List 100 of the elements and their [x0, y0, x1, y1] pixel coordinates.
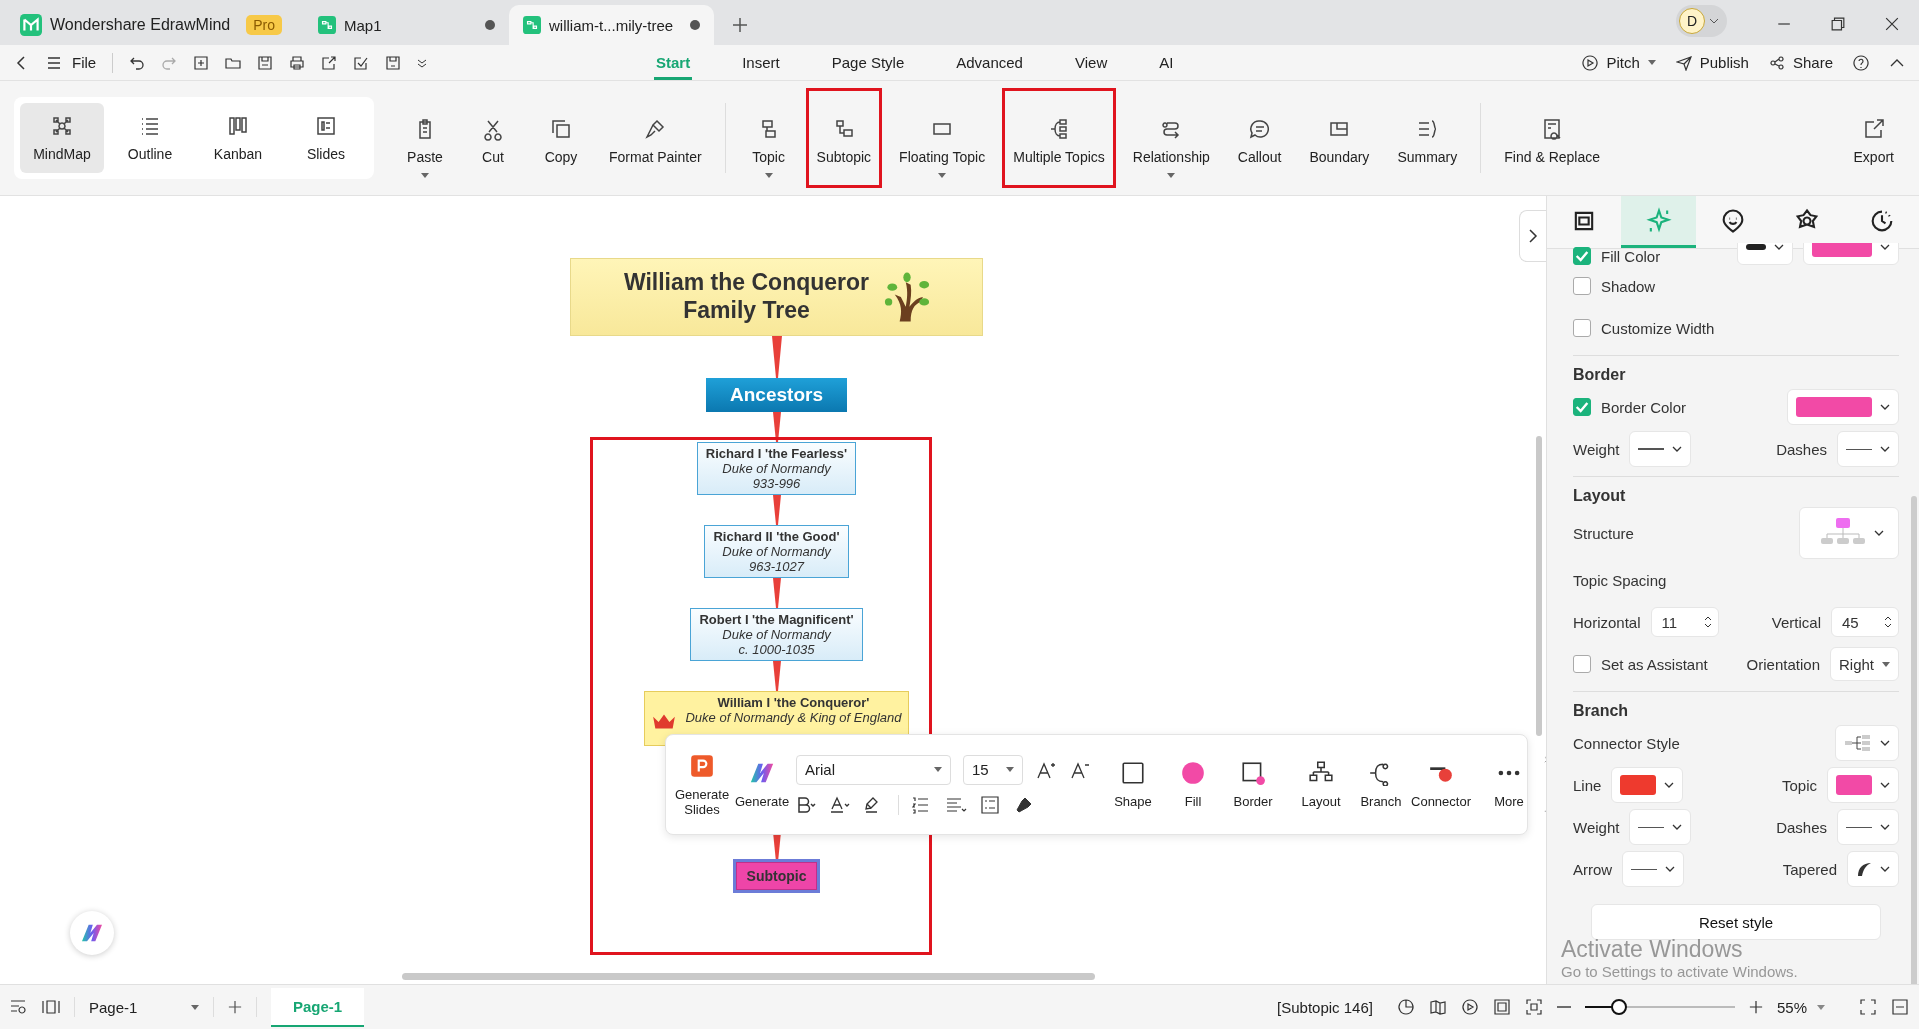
toolbar-button[interactable]: Format Painter: [598, 88, 713, 188]
font-dropdown[interactable]: Arial: [796, 754, 951, 785]
line-color-dropdown[interactable]: [1611, 767, 1684, 803]
checkmark-file-icon[interactable]: [353, 54, 370, 71]
bold-icon[interactable]: [796, 795, 818, 814]
generate-button[interactable]: Generate: [736, 760, 788, 809]
number-field[interactable]: 45: [1831, 607, 1899, 637]
save-as-icon[interactable]: [385, 54, 402, 71]
scrollbar[interactable]: [1911, 496, 1917, 984]
document-tab[interactable]: william-t...mily-tree: [509, 5, 714, 45]
menu-tab[interactable]: Page Style: [829, 45, 907, 80]
align-icon[interactable]: [945, 795, 967, 814]
reset-style-button[interactable]: Reset style: [1591, 904, 1881, 940]
toolbar-button[interactable]: Subtopic: [805, 88, 883, 188]
toolbar-button[interactable]: Floating Topic: [888, 88, 997, 188]
border-color-dropdown[interactable]: [1787, 389, 1899, 425]
menu-tab[interactable]: View: [1072, 45, 1110, 80]
tapered-dropdown[interactable]: [1847, 851, 1899, 887]
view-button[interactable]: Slides: [284, 103, 368, 173]
increase-font-icon[interactable]: [1035, 760, 1057, 779]
toolbar-button[interactable]: Multiple Topics: [1002, 88, 1116, 188]
ai-assistant-button[interactable]: [70, 911, 114, 955]
checkbox[interactable]: [1573, 319, 1591, 337]
print-icon[interactable]: [289, 54, 306, 71]
orientation-dropdown[interactable]: Right: [1829, 647, 1899, 681]
fit-page-icon[interactable]: [1492, 999, 1511, 1015]
stepper-arrows-icon[interactable]: [1703, 615, 1712, 629]
format-tool-button[interactable]: Border: [1227, 760, 1279, 809]
fit-screen-icon[interactable]: [1524, 999, 1543, 1015]
structure-dropdown[interactable]: [1799, 507, 1899, 559]
view-button[interactable]: Outline: [108, 103, 192, 173]
toolbar-button[interactable]: Summary: [1386, 88, 1469, 188]
close-icon[interactable]: [1885, 17, 1899, 31]
file-menu[interactable]: File: [72, 54, 97, 71]
view-button[interactable]: MindMap: [20, 103, 104, 173]
checkbox[interactable]: [1573, 277, 1591, 295]
pie-icon[interactable]: [1396, 999, 1415, 1015]
restore-icon[interactable]: [1831, 17, 1845, 31]
toolbar-button[interactable]: Cut: [462, 88, 524, 188]
panels-icon[interactable]: [42, 999, 60, 1015]
topic-node[interactable]: Robert I 'the Magnificent' Duke of Normandy c. 1000-1035: [690, 608, 863, 661]
scrollbar[interactable]: [1536, 436, 1542, 736]
topic-node[interactable]: Richard II 'the Good' Duke of Normandy 963-1027: [704, 525, 849, 578]
menu-icon[interactable]: [46, 54, 62, 71]
new-tab-icon[interactable]: [732, 17, 748, 33]
page-dropdown[interactable]: Page-1: [89, 998, 199, 1016]
split-view-icon[interactable]: [1891, 999, 1909, 1015]
panel-toggle-button[interactable]: [1519, 210, 1546, 262]
more-button[interactable]: More: [1483, 760, 1535, 809]
fullscreen-icon[interactable]: [1859, 999, 1877, 1015]
chevron-down-icon[interactable]: [417, 57, 428, 68]
checkbox[interactable]: [1573, 655, 1591, 673]
stepper-arrows-icon[interactable]: [1884, 615, 1892, 629]
format-tool-button[interactable]: Fill: [1167, 760, 1219, 809]
connector-style-dropdown[interactable]: [1835, 725, 1899, 761]
export-icon[interactable]: [321, 54, 338, 71]
new-file-icon[interactable]: [193, 54, 210, 71]
toolbar-button[interactable]: Relationship: [1121, 88, 1221, 188]
format-tool-button[interactable]: Layout: [1295, 760, 1347, 809]
book-icon[interactable]: [1428, 999, 1447, 1015]
menu-tab[interactable]: AI: [1157, 45, 1176, 80]
save-icon[interactable]: [257, 54, 274, 71]
format-tool-button[interactable]: Branch: [1355, 760, 1407, 809]
document-tab[interactable]: Map1: [304, 5, 509, 45]
checklist-icon[interactable]: [979, 795, 1001, 814]
scrollbar[interactable]: [402, 973, 1095, 980]
checkbox[interactable]: [1573, 247, 1591, 265]
toolbar-button[interactable]: Boundary: [1298, 88, 1381, 188]
font-size-dropdown[interactable]: 15: [963, 754, 1023, 785]
help-icon[interactable]: [1853, 54, 1869, 71]
selected-topic-node[interactable]: Subtopic: [735, 862, 818, 890]
play-icon[interactable]: [1460, 999, 1479, 1015]
zoom-dropdown[interactable]: 55%: [1776, 998, 1825, 1016]
menu-action[interactable]: Publish: [1675, 54, 1749, 71]
outline-list-icon[interactable]: [10, 999, 28, 1015]
topic-node[interactable]: Ancestors: [706, 378, 847, 412]
slider-thumb[interactable]: [1610, 999, 1627, 1015]
generate-slides-button[interactable]: Generate Slides: [676, 752, 728, 817]
menu-action[interactable]: Pitch: [1582, 54, 1656, 71]
topic-node[interactable]: Richard I 'the Fearless' Duke of Normandy 933-996: [696, 442, 857, 495]
account-button[interactable]: D: [1676, 5, 1727, 37]
title-topic[interactable]: William the Conqueror Family Tree: [570, 258, 983, 336]
number-field[interactable]: 11: [1650, 607, 1719, 637]
export-button[interactable]: Export: [1842, 88, 1905, 188]
weight-dropdown[interactable]: [1629, 431, 1692, 467]
app-tab[interactable]: Wondershare EdrawMind Pro: [14, 5, 304, 45]
menu-tab[interactable]: Insert: [740, 45, 782, 80]
toolbar-button[interactable]: Find & Replace: [1493, 88, 1611, 188]
topic-color-dropdown[interactable]: [1827, 767, 1899, 803]
decrease-font-icon[interactable]: [1069, 760, 1091, 779]
format-tool-button[interactable]: Shape: [1107, 760, 1159, 809]
add-page-icon[interactable]: [228, 1000, 242, 1014]
toolbar-button[interactable]: Callout: [1226, 88, 1293, 188]
menu-action[interactable]: Share: [1768, 54, 1833, 71]
toolbar-button[interactable]: Topic: [737, 88, 800, 188]
menu-tab[interactable]: Advanced: [954, 45, 1025, 80]
zoom-in-icon[interactable]: [1748, 1000, 1763, 1014]
checkbox[interactable]: [1573, 398, 1591, 416]
toolbar-button[interactable]: Copy: [530, 88, 592, 188]
text-color-icon[interactable]: [830, 795, 852, 814]
